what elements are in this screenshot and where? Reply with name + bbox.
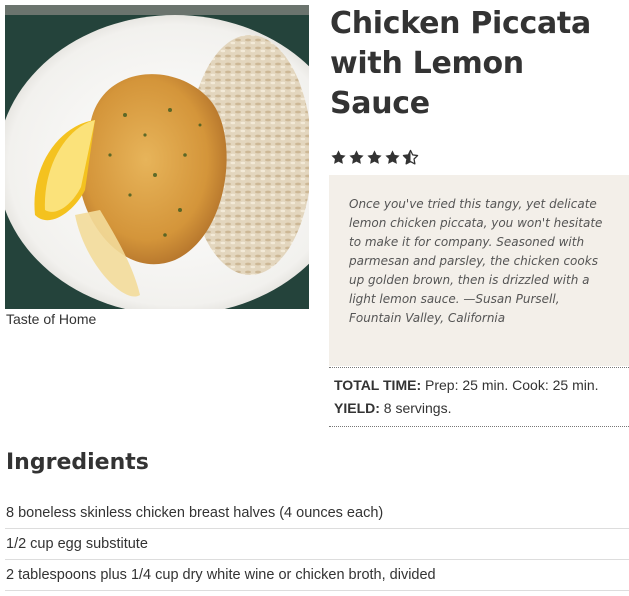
ingredient-item[interactable]: 1/2 cup egg substitute: [5, 529, 629, 560]
rating-stars[interactable]: [330, 149, 419, 166]
recipe-title: Chicken Piccata with Lemon Sauce: [330, 6, 591, 121]
total-time: TOTAL TIME: Prep: 25 min. Cook: 25 min.: [334, 374, 623, 397]
star-icon: [384, 149, 401, 166]
ingredient-item[interactable]: 8 boneless skinless chicken breast halve…: [5, 498, 629, 529]
yield-label: YIELD:: [334, 400, 380, 416]
star-icon: [348, 149, 365, 166]
total-time-label: TOTAL TIME:: [334, 377, 422, 393]
recipe-description-box: Once you've tried this tangy, yet delica…: [329, 175, 629, 366]
star-icon: [366, 149, 383, 166]
recipe-photo-image: [5, 5, 309, 309]
yield: YIELD: 8 servings.: [334, 397, 623, 420]
photo-caption: Taste of Home: [6, 311, 97, 327]
recipe-photo: [5, 5, 309, 309]
recipe-description: Once you've tried this tangy, yet delica…: [349, 197, 603, 325]
total-time-value: Prep: 25 min. Cook: 25 min.: [425, 377, 599, 393]
ingredients-list: 8 boneless skinless chicken breast halve…: [5, 498, 629, 591]
yield-value: 8 servings.: [383, 400, 452, 416]
star-half-icon: [402, 149, 419, 166]
recipe-meta: TOTAL TIME: Prep: 25 min. Cook: 25 min. …: [329, 367, 629, 427]
ingredients-heading: Ingredients: [6, 450, 149, 475]
star-icon: [330, 149, 347, 166]
ingredient-item[interactable]: 2 tablespoons plus 1/4 cup dry white win…: [5, 560, 629, 591]
